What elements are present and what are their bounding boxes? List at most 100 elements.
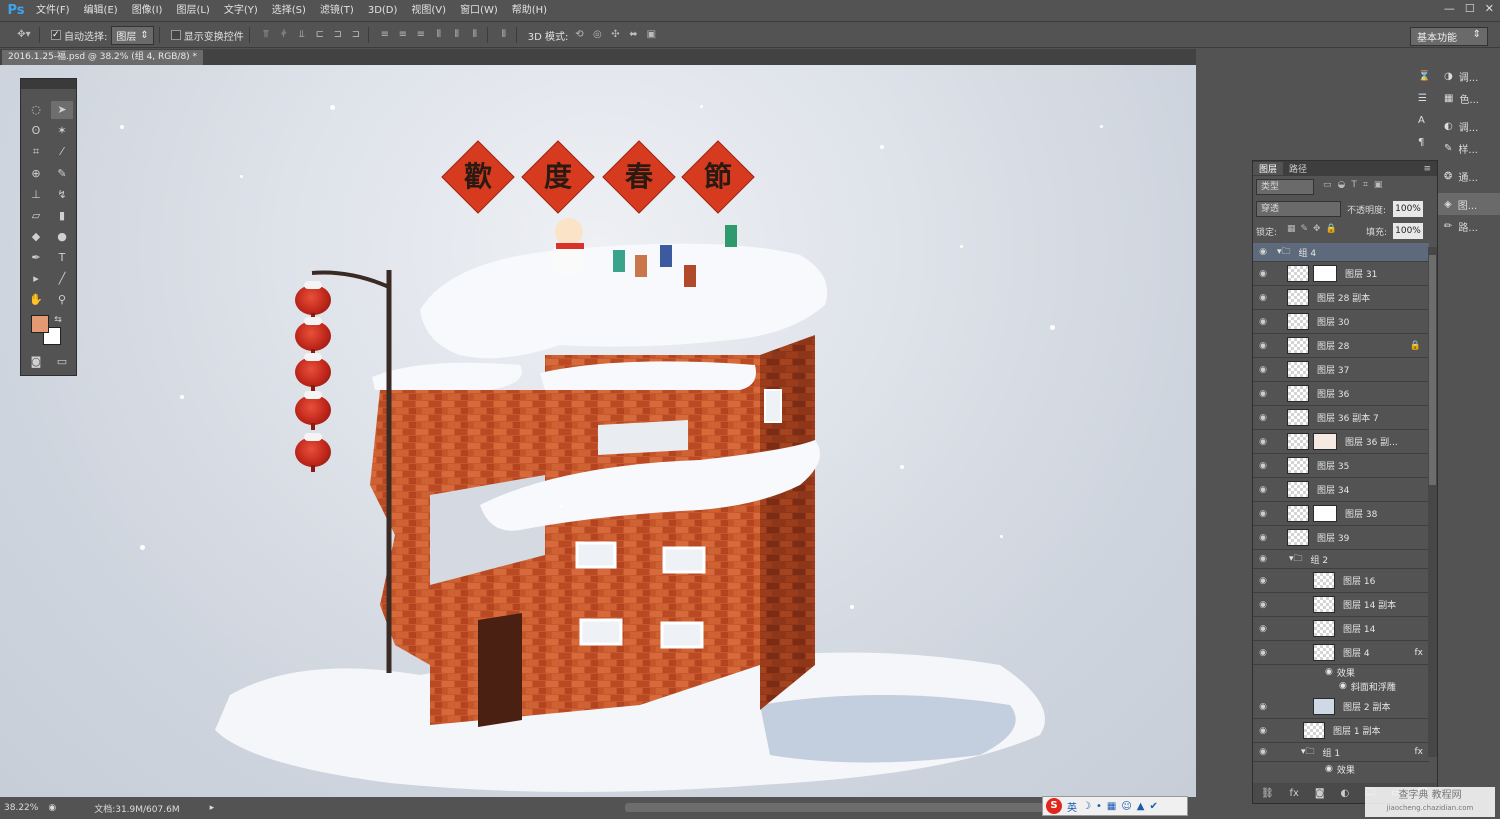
stamp-tool-icon[interactable]: ⊥ — [25, 186, 47, 204]
quick-mask-icon[interactable]: ◙ — [25, 353, 47, 371]
dock-styles[interactable]: ✎ 样... — [1438, 137, 1500, 159]
layer-row[interactable]: ◉ 图层 14 副本 — [1253, 593, 1429, 617]
layer-row[interactable]: ◉ 图层 28 🔒 — [1253, 334, 1429, 358]
visibility-eye-icon[interactable]: ◉ — [1253, 624, 1273, 634]
layers-scrollbar[interactable] — [1428, 247, 1437, 757]
visibility-eye-icon[interactable]: ◉ — [1253, 648, 1273, 658]
zoom-level[interactable]: 38.22% — [4, 803, 38, 813]
align-hcenter-icon[interactable]: ⊐ — [331, 29, 345, 41]
scrollbar-thumb[interactable] — [1429, 255, 1436, 485]
document-tab[interactable]: 2016.1.25-福.psd @ 38.2% (组 4, RGB/8) * — [2, 50, 204, 65]
visibility-eye-icon[interactable]: ◉ — [1253, 437, 1273, 447]
align-left-icon[interactable]: ⊏ — [313, 29, 327, 41]
layer-row[interactable]: ◉ 图层 14 — [1253, 617, 1429, 641]
visibility-eye-icon[interactable]: ◉ — [1253, 576, 1273, 586]
menu-select[interactable]: 选择(S) — [265, 0, 313, 22]
3d-roll-icon[interactable]: ◎ — [590, 29, 604, 41]
show-transform-checkbox[interactable]: 显示变换控件 — [170, 28, 244, 43]
close-button[interactable]: ✕ — [1485, 2, 1494, 15]
fill-input[interactable]: 100% — [1393, 223, 1423, 239]
layer-row[interactable]: ◉ 图层 36 副本 7 — [1253, 406, 1429, 430]
menu-3d[interactable]: 3D(D) — [361, 0, 405, 22]
paragraph-icon[interactable]: ¶ — [1412, 131, 1438, 153]
history-icon[interactable]: ⌛ — [1412, 65, 1438, 87]
visibility-eye-icon[interactable]: ◉ — [1253, 600, 1273, 610]
visibility-eye-icon[interactable]: ◉ — [1253, 341, 1273, 351]
align-bottom-icon[interactable]: ⫫ — [295, 29, 309, 41]
filter-icons[interactable]: ▭◒T⌗▣ — [1323, 180, 1388, 190]
layer-row[interactable]: ◉ 图层 34 — [1253, 478, 1429, 502]
eyedropper-tool-icon[interactable]: ⁄ — [51, 143, 73, 161]
eraser-tool-icon[interactable]: ▱ — [25, 207, 47, 225]
hand-tool-icon[interactable]: ✋ — [25, 291, 47, 309]
menu-window[interactable]: 窗口(W) — [453, 0, 505, 22]
history-brush-tool-icon[interactable]: ↯ — [51, 186, 73, 204]
swap-colors-icon[interactable]: ⇆ — [51, 311, 65, 329]
distribute-left-icon[interactable]: ⦀ — [432, 29, 446, 41]
visibility-eye-icon[interactable]: ◉ — [1253, 747, 1273, 757]
pen-tool-icon[interactable]: ✒ — [25, 249, 47, 267]
menu-filter[interactable]: 滤镜(T) — [313, 0, 361, 22]
visibility-eye-icon[interactable]: ◉ — [1253, 702, 1273, 712]
workspace-switcher[interactable]: 基本功能 ⇕ — [1410, 27, 1488, 46]
3d-pan-icon[interactable]: ✣ — [608, 29, 622, 41]
effect-eye-icon[interactable]: ◉ — [1325, 764, 1333, 774]
effect-eye-icon[interactable]: ◉ — [1339, 681, 1347, 691]
tools-icon[interactable]: ✔ — [1149, 801, 1157, 812]
layer-row[interactable]: ◉ 图层 4 fx — [1253, 641, 1429, 665]
auto-select-checkbox[interactable]: 自动选择: — [51, 28, 107, 43]
screen-mode-icon[interactable]: ▭ — [51, 353, 73, 371]
tab-paths[interactable]: 路径 — [1283, 162, 1313, 175]
effect-eye-icon[interactable]: ◉ — [1325, 667, 1333, 677]
lasso-tool-icon[interactable]: ʘ — [25, 122, 47, 140]
marquee-tool-icon[interactable]: ◌ — [25, 101, 47, 119]
new-adjustment-icon[interactable]: ◐ — [1340, 788, 1349, 799]
dock-adjust2[interactable]: ◐ 调... — [1438, 115, 1500, 137]
fx-icon[interactable]: fx — [1415, 747, 1424, 757]
align-right-icon[interactable]: ⊐ — [349, 29, 363, 41]
maximize-button[interactable]: ☐ — [1465, 2, 1475, 15]
character-icon[interactable]: A — [1412, 109, 1438, 131]
opacity-input[interactable]: 100% — [1393, 201, 1423, 217]
layer-row[interactable]: ◉ 图层 35 — [1253, 454, 1429, 478]
visibility-eye-icon[interactable]: ◉ — [1253, 461, 1273, 471]
3d-scale-icon[interactable]: ▣ — [644, 29, 658, 41]
visibility-eye-icon[interactable]: ◉ — [1253, 317, 1273, 327]
auto-select-dropdown[interactable]: 图层 ⇕ — [111, 25, 154, 45]
status-menu-arrow-icon[interactable]: ▸ — [210, 803, 215, 813]
user-icon[interactable]: ☺ — [1121, 801, 1131, 812]
distribute-bottom-icon[interactable]: ≡ — [414, 29, 428, 41]
visibility-eye-icon[interactable]: ◉ — [1253, 247, 1273, 257]
skin-icon[interactable]: ▲ — [1137, 801, 1145, 812]
auto-align-icon[interactable]: ⦀ — [497, 29, 511, 41]
minimize-button[interactable]: — — [1444, 2, 1455, 15]
visibility-eye-icon[interactable]: ◉ — [1253, 293, 1273, 303]
layer-filter-dropdown[interactable]: 类型 — [1256, 179, 1314, 195]
visibility-eye-icon[interactable]: ◉ — [1253, 554, 1273, 564]
move-tool-preset-icon[interactable]: ✥▾ — [14, 29, 34, 41]
layer-row[interactable]: ◉ 图层 16 — [1253, 569, 1429, 593]
menu-file[interactable]: 文件(F) — [29, 0, 77, 22]
visibility-eye-icon[interactable]: ◉ — [1253, 389, 1273, 399]
dock-layers[interactable]: ◈ 图... — [1438, 193, 1500, 215]
dock-paths[interactable]: ✏ 路... — [1438, 215, 1500, 237]
path-selection-tool-icon[interactable]: ▸ — [25, 270, 47, 288]
visibility-eye-icon[interactable]: ◉ — [1253, 413, 1273, 423]
add-mask-icon[interactable]: ◙ — [1315, 788, 1325, 799]
layer-row[interactable]: ◉ 图层 28 副本 — [1253, 286, 1429, 310]
blend-mode-dropdown[interactable]: 穿透 — [1256, 201, 1341, 217]
ime-language[interactable]: 英 — [1067, 799, 1077, 814]
layer-row[interactable]: ◉ ▾🗀 组 1 fx — [1253, 743, 1429, 762]
layer-row[interactable]: ◉ 图层 39 — [1253, 526, 1429, 550]
healing-brush-tool-icon[interactable]: ⊕ — [25, 165, 47, 183]
tools-panel-header[interactable] — [21, 79, 76, 89]
dock-channels[interactable]: ❂ 通... — [1438, 165, 1500, 187]
dodge-tool-icon[interactable]: ● — [51, 228, 73, 246]
line-tool-icon[interactable]: ╱ — [51, 270, 73, 288]
3d-slide-icon[interactable]: ⬌ — [626, 29, 640, 41]
layer-row[interactable]: ◉ 图层 2 副本 — [1253, 695, 1429, 719]
horizontal-scrollbar[interactable] — [625, 803, 1045, 812]
layer-row[interactable]: ◉ ▾🗀 组 4 — [1253, 243, 1429, 262]
menu-image[interactable]: 图像(I) — [125, 0, 170, 22]
layer-row[interactable]: ◉ 图层 36 副... — [1253, 430, 1429, 454]
